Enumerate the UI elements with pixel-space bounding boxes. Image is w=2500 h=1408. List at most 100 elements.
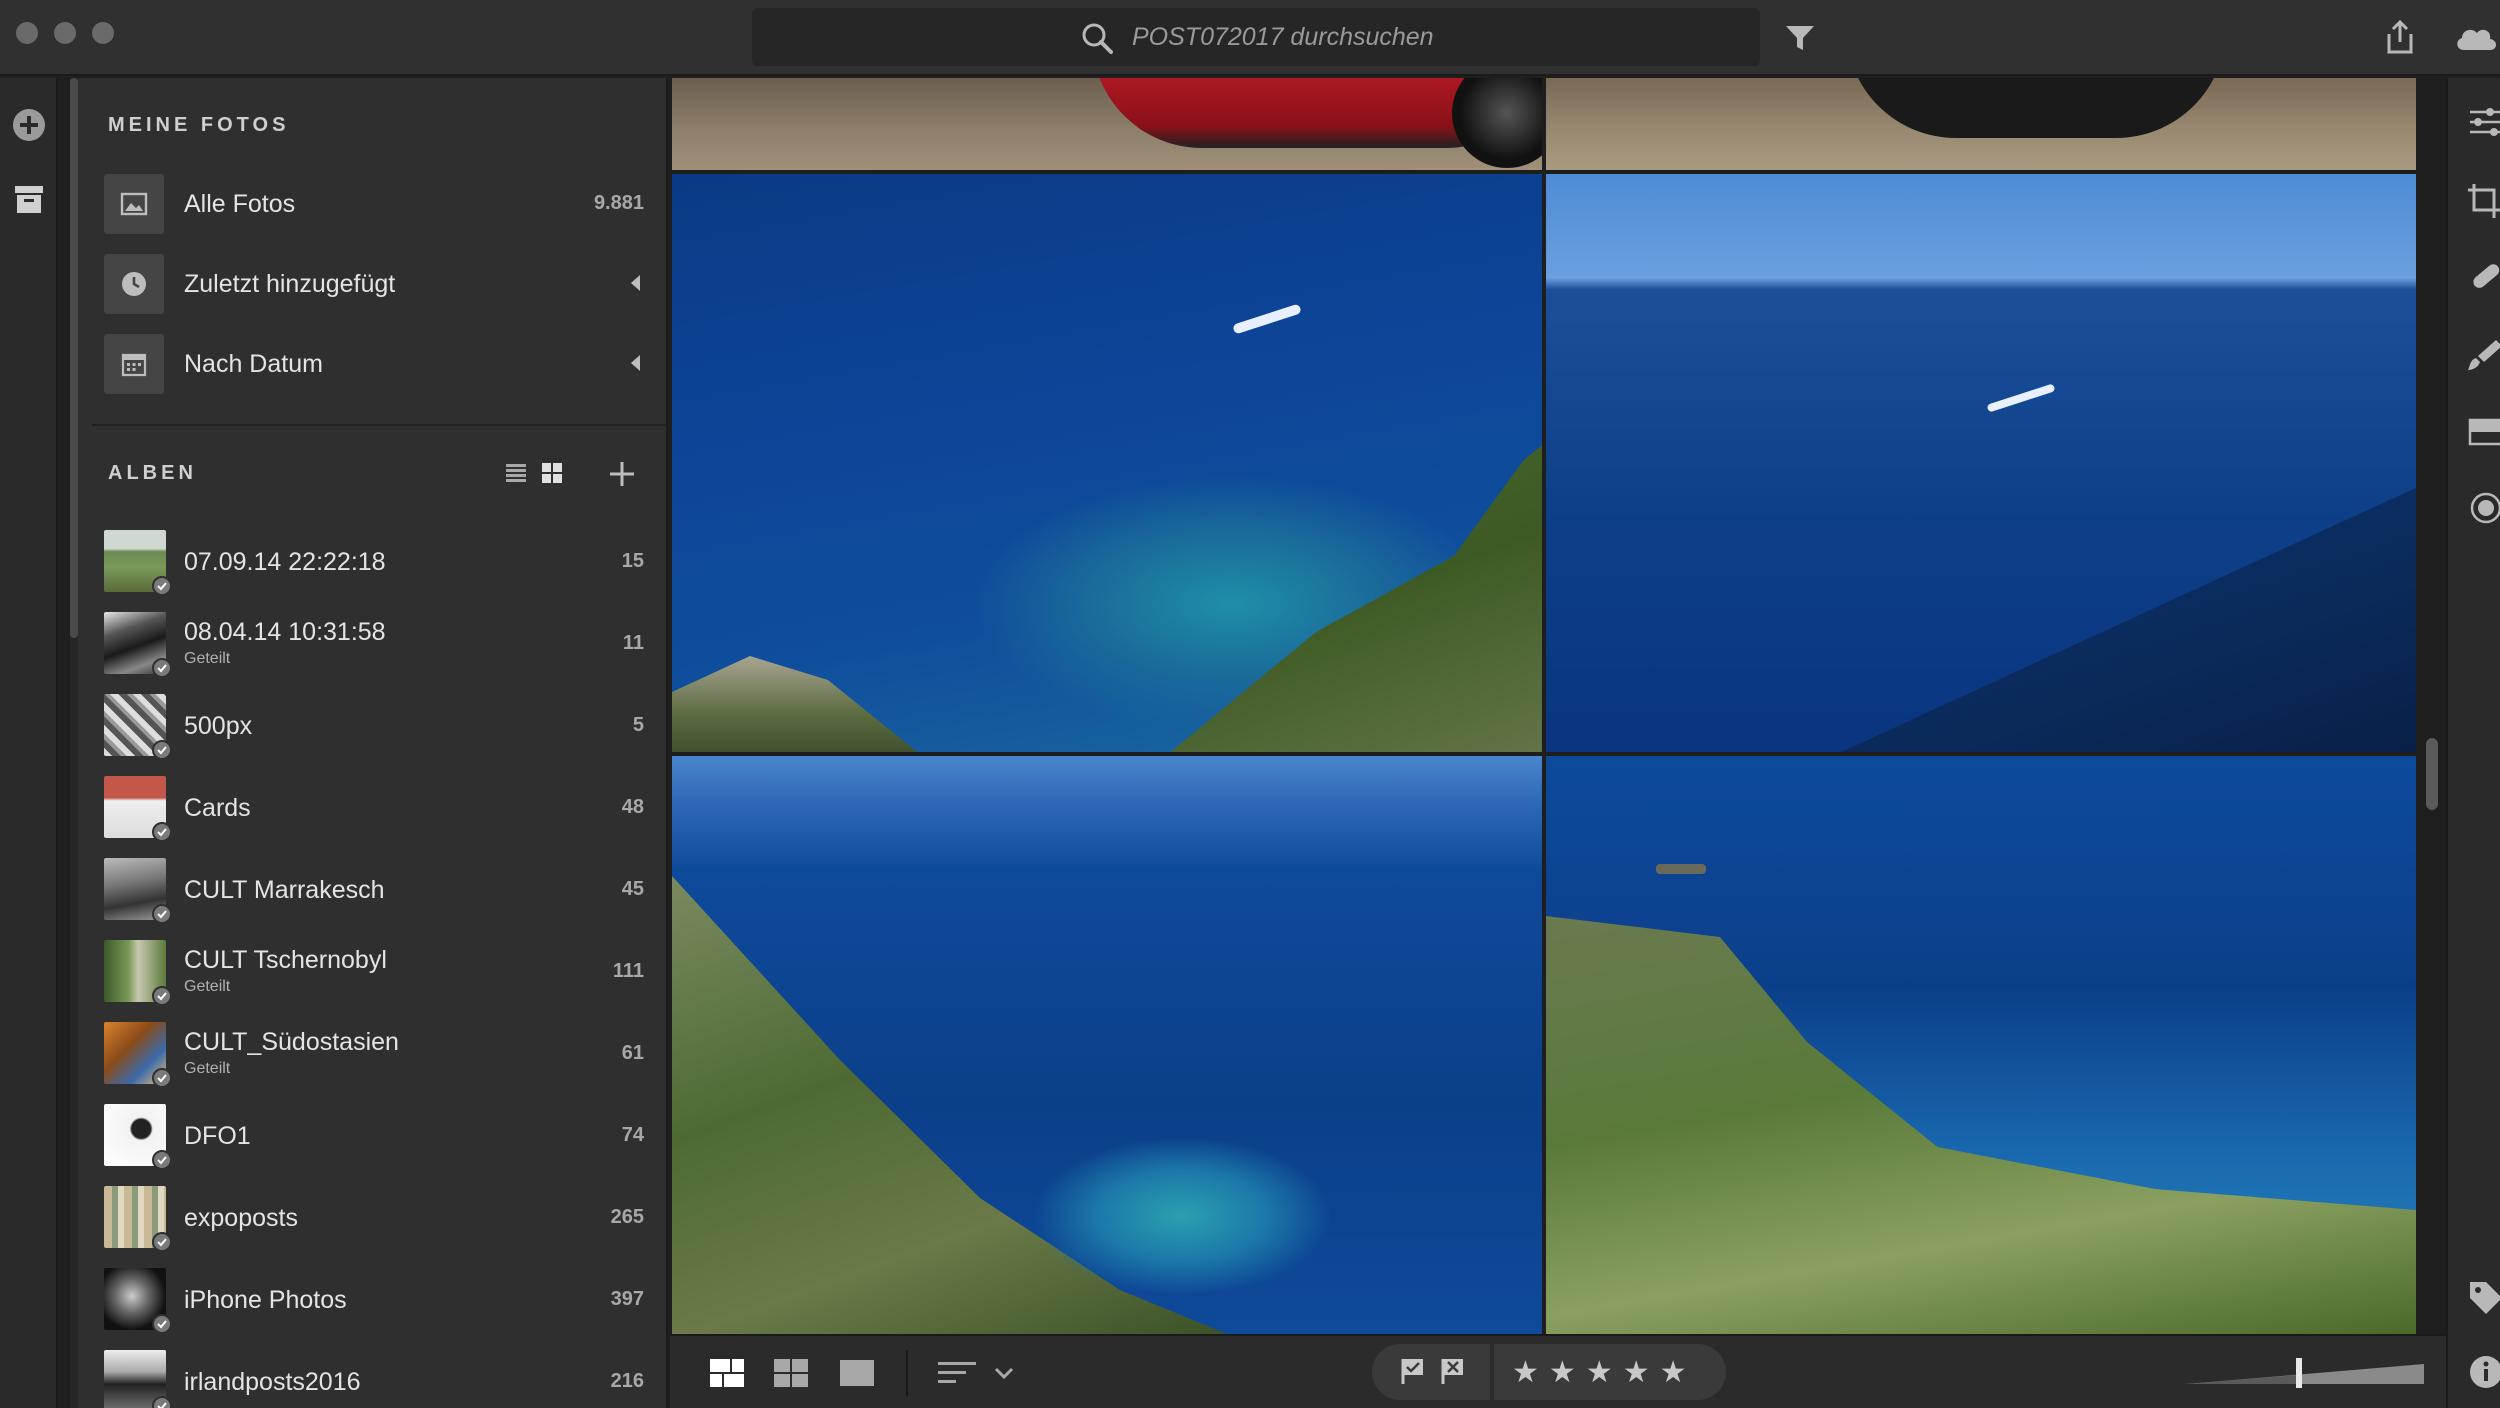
album-shared-label: Geteilt	[184, 650, 231, 667]
album-item[interactable]: expoposts 265	[104, 1178, 644, 1258]
keyword-tag-icon[interactable]	[2466, 1278, 2500, 1314]
sidebar: MEINE FOTOS Alle Fotos 9.881 Zuletzt hin…	[78, 78, 668, 1408]
filter-icon[interactable]	[1780, 18, 1820, 58]
cloud-icon[interactable]	[2452, 18, 2500, 58]
flag-filter-group	[1372, 1344, 1490, 1400]
title-bar: POST072017 durchsuchen	[0, 0, 2500, 76]
mosaic-view-icon[interactable]	[708, 1356, 746, 1390]
album-item[interactable]: 07.09.14 22:22:18 15	[104, 522, 644, 602]
album-count: 216	[610, 1370, 644, 1392]
reject-flag-icon[interactable]	[1438, 1356, 1468, 1386]
expand-arrow-icon[interactable]	[631, 275, 640, 291]
synced-check-icon	[152, 1314, 172, 1334]
crop-icon[interactable]	[2466, 182, 2500, 218]
right-rail	[2446, 78, 2500, 1408]
album-item[interactable]: CULT Tschernobyl Geteilt 111	[104, 932, 644, 1012]
album-count: 111	[612, 960, 644, 982]
pick-flag-icon[interactable]	[1398, 1356, 1428, 1386]
toolbar-divider	[906, 1350, 908, 1396]
section-divider	[92, 424, 666, 426]
photo-shallow-water	[1032, 1136, 1332, 1296]
sort-icon[interactable]	[936, 1356, 980, 1390]
album-item[interactable]: DFO1 74	[104, 1096, 644, 1176]
synced-check-icon	[152, 822, 172, 842]
window-zoom-button[interactable]	[92, 22, 114, 44]
album-label: DFO1	[184, 1122, 251, 1150]
radial-gradient-icon[interactable]	[2466, 490, 2500, 526]
window-minimize-button[interactable]	[54, 22, 76, 44]
sidebar-item-nach-datum[interactable]: Nach Datum	[104, 330, 644, 398]
sidebar-item-label: Alle Fotos	[184, 190, 296, 218]
album-label: Cards	[184, 794, 251, 822]
search-placeholder: POST072017 durchsuchen	[1132, 23, 1434, 51]
star-icon[interactable]: ★	[1660, 1358, 1687, 1388]
info-icon[interactable]	[2466, 1354, 2500, 1390]
list-view-icon[interactable]	[504, 462, 528, 484]
photo-thumbnail[interactable]	[672, 174, 1542, 752]
photo-thumbnail[interactable]	[1546, 756, 2416, 1334]
album-item[interactable]: Cards 48	[104, 768, 644, 848]
star-icon[interactable]: ★	[1549, 1358, 1576, 1388]
square-grid-view-icon[interactable]	[772, 1356, 810, 1390]
sort-chevron-down-icon[interactable]	[992, 1356, 1016, 1390]
photo-grid	[670, 78, 2416, 1334]
section-title-alben: ALBEN	[108, 462, 197, 484]
linear-gradient-icon[interactable]	[2466, 414, 2500, 450]
library-icon[interactable]	[12, 182, 46, 216]
photo-thumbnail[interactable]	[1546, 174, 2416, 752]
search-input[interactable]: POST072017 durchsuchen	[752, 8, 1760, 66]
add-photos-icon[interactable]	[12, 108, 46, 142]
sidebar-item-label: Nach Datum	[184, 350, 323, 378]
edit-sliders-icon[interactable]	[2466, 104, 2500, 140]
album-shared-label: Geteilt	[184, 978, 231, 995]
window-close-button[interactable]	[16, 22, 38, 44]
album-item[interactable]: 500px 5	[104, 686, 644, 766]
photo-thumbnail[interactable]	[672, 756, 1542, 1334]
album-label: 07.09.14 22:22:18	[184, 548, 386, 576]
star-rating-filter[interactable]: ★ ★ ★ ★ ★	[1512, 1358, 1687, 1388]
album-label: expoposts	[184, 1204, 298, 1232]
album-count: 11	[622, 632, 644, 654]
album-item[interactable]: CULT_Südostasien Geteilt 61	[104, 1014, 644, 1094]
add-album-icon[interactable]	[608, 460, 636, 488]
sidebar-item-zuletzt-hinzugefuegt[interactable]: Zuletzt hinzugefügt	[104, 250, 644, 318]
star-icon[interactable]: ★	[1512, 1358, 1539, 1388]
synced-check-icon	[152, 658, 172, 678]
album-item[interactable]: CULT Marrakesch 45	[104, 850, 644, 930]
album-count: 48	[621, 796, 644, 818]
synced-check-icon	[152, 740, 172, 760]
detail-view-icon[interactable]	[838, 1356, 876, 1390]
photo-boat	[1986, 383, 2056, 413]
thumbnail-size-slider[interactable]	[2186, 1358, 2424, 1388]
album-item[interactable]: 08.04.14 10:31:58 Geteilt 11	[104, 604, 644, 684]
brush-icon[interactable]	[2466, 336, 2500, 372]
section-title-meine-fotos: MEINE FOTOS	[108, 114, 290, 136]
slider-thumb[interactable]	[2296, 1358, 2302, 1388]
grid-scroll-thumb[interactable]	[2426, 738, 2438, 810]
synced-check-icon	[152, 1150, 172, 1170]
grid-scrollbar[interactable]	[2416, 78, 2446, 1334]
album-item[interactable]: iPhone Photos 397	[104, 1260, 644, 1340]
album-item[interactable]: irlandposts2016 216	[104, 1342, 644, 1408]
synced-check-icon	[152, 904, 172, 924]
album-count: 15	[621, 550, 644, 572]
album-count: 265	[610, 1206, 644, 1228]
sidebar-scroll-thumb[interactable]	[70, 78, 78, 638]
sidebar-scrollbar[interactable]	[70, 78, 78, 1408]
left-rail	[0, 78, 58, 1408]
album-label: CULT Marrakesch	[184, 876, 385, 904]
photo-car-detail	[1846, 78, 2226, 138]
photo-thumbnail[interactable]	[1546, 78, 2416, 170]
album-count: 397	[610, 1288, 644, 1310]
healing-brush-icon[interactable]	[2466, 260, 2500, 296]
star-icon[interactable]: ★	[1586, 1358, 1613, 1388]
photo-thumbnail[interactable]	[672, 78, 1542, 170]
sidebar-item-alle-fotos[interactable]: Alle Fotos 9.881	[104, 170, 644, 238]
grid-view-icon[interactable]	[540, 462, 564, 484]
photo-hillside	[1546, 916, 2416, 1334]
expand-arrow-icon[interactable]	[631, 355, 640, 371]
synced-check-icon	[152, 1396, 172, 1408]
photo-rock-outcrop	[672, 656, 932, 752]
star-icon[interactable]: ★	[1623, 1358, 1650, 1388]
share-icon[interactable]	[2380, 18, 2420, 58]
